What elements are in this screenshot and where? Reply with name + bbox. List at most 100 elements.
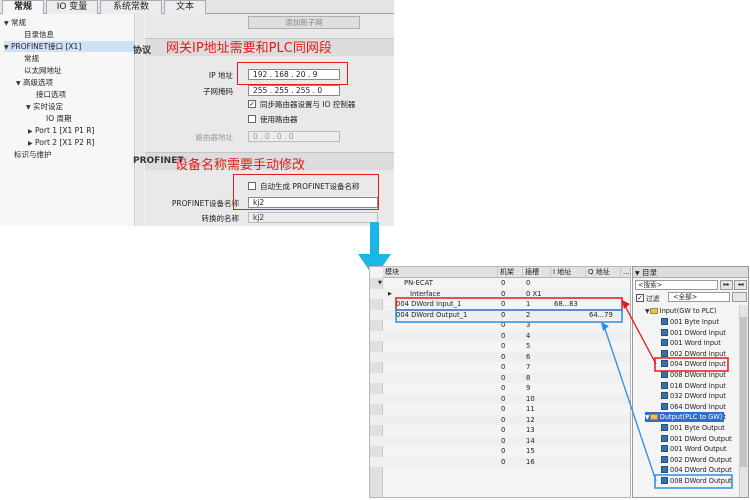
catalog-module-item[interactable]: 002 DWord Output (661, 455, 732, 465)
table-row[interactable]: 09 (370, 383, 630, 394)
table-row[interactable]: 0 13 (370, 425, 630, 436)
catalog-module-item[interactable]: 008 DWord Output (661, 476, 732, 486)
catalog-folder-output[interactable]: ▼ Output(PLC to GW) (645, 412, 725, 422)
table-row[interactable]: 05 (370, 341, 630, 352)
slot-cell: 13 (526, 426, 535, 434)
catalog-scroll-thumb[interactable] (740, 317, 747, 467)
catalog-module-item[interactable]: 004 DWord Input (661, 359, 726, 369)
tab-io-tags[interactable]: IO 变量 (46, 0, 98, 14)
table-row[interactable]: ▼ PN-ECAT 0 0 (370, 278, 630, 289)
catalog-module-label: 004 DWord Input (670, 360, 726, 369)
table-row[interactable]: 08 (370, 372, 630, 383)
table-row[interactable]: 004 DWord Output_1 0 2 64...79 (370, 309, 630, 320)
table-row[interactable]: 0 11 (370, 404, 630, 415)
col-header-slot[interactable]: 插槽 (523, 267, 551, 278)
table-row[interactable]: 004 DWord Input_1 0 1 68...83 (370, 299, 630, 310)
table-row[interactable]: 0 16 (370, 456, 630, 467)
module-icon (661, 392, 668, 400)
module-icon (661, 318, 668, 325)
table-row[interactable]: 0 15 (370, 446, 630, 457)
module-icon (661, 477, 668, 484)
row-expander-icon: ▼ (378, 280, 382, 286)
rack-cell: 0 (501, 363, 506, 371)
catalog-module-item[interactable]: 001 DWord Input (661, 328, 726, 338)
catalog-folder-input[interactable]: ▼ Input(GW to PLC) (645, 306, 717, 316)
col-header-more[interactable]: ... (621, 267, 630, 278)
nav-item-port2[interactable]: ▶ Port 2 [X1 P2 R] (28, 137, 94, 148)
table-row[interactable]: 0 14 (370, 435, 630, 446)
catalog-module-item[interactable]: 004 DWord Output (661, 465, 732, 475)
device-name-note-annotation: 设备名称需要手动修改 (175, 158, 306, 173)
catalog-module-label: 008 DWord Output (670, 477, 732, 485)
module-cell: 004 DWord Input_1 (396, 300, 462, 308)
rack-cell: 0 (501, 457, 506, 466)
chevron-down-icon: ▼ (26, 104, 31, 111)
filter-checkbox[interactable]: ✓ (636, 294, 644, 302)
module-icon (661, 466, 668, 474)
add-new-subnet-button[interactable]: 添加新子网 (248, 16, 360, 29)
ip-note-annotation: 网关IP地址需要和PLC同网段 (166, 41, 332, 56)
table-row[interactable]: 07 (370, 362, 630, 373)
catalog-module-item[interactable]: 001 Byte Output (661, 423, 725, 433)
table-row[interactable]: ▶ Interface 0 0 X1 (370, 288, 630, 299)
table-row[interactable]: 04 (370, 330, 630, 341)
col-header-i-address[interactable]: I 地址 (551, 267, 586, 278)
catalog-module-label: 008 DWord Input (670, 371, 726, 379)
catalog-module-label: 001 DWord Input (670, 328, 726, 337)
tab-system-constants[interactable]: 系统常数 (100, 0, 162, 14)
col-header-q-address[interactable]: Q 地址 (586, 267, 621, 278)
nav-item-realtime-settings[interactable]: ▼ 实时设定 (26, 101, 63, 112)
rack-cell: 0 (501, 447, 506, 455)
table-row[interactable]: 06 (370, 351, 630, 362)
rack-cell: 0 (501, 352, 506, 361)
catalog-module-item[interactable]: 001 DWord Output (661, 434, 732, 444)
router-address-field: 0 . 0 . 0 . 0 (248, 131, 340, 142)
col-header-module[interactable]: 模块 (383, 267, 498, 278)
folder-icon (649, 308, 658, 314)
catalog-module-label: 032 DWord Input (670, 392, 726, 401)
catalog-module-item[interactable]: 064 DWord Input (661, 402, 726, 412)
catalog-module-item[interactable]: 001 Word Input (661, 338, 721, 348)
table-row[interactable]: 0 12 (370, 414, 630, 425)
nav-item-io-cycle[interactable]: IO 周期 (46, 113, 72, 124)
nav-item-interface-options[interactable]: 接口选项 (36, 89, 66, 100)
rack-cell: 0 (501, 321, 506, 329)
catalog-module-item[interactable]: 001 Byte Input (661, 317, 719, 327)
nav-item-catalog-info[interactable]: 目录信息 (24, 29, 54, 40)
slot-cell: 0 X1 (526, 289, 542, 298)
tab-general[interactable]: 常规 (2, 0, 44, 14)
table-row[interactable]: 0 10 (370, 393, 630, 404)
catalog-module-item[interactable]: 016 DWord Input (661, 381, 726, 391)
filter-options-icon[interactable] (732, 292, 747, 302)
nav-item-identification[interactable]: 标识与维护 (14, 149, 52, 160)
nav-item-general[interactable]: ▼ 常规 (4, 17, 26, 28)
nav-item-ethernet-address[interactable]: 以太网地址 (24, 65, 62, 76)
module-icon (661, 455, 668, 463)
table-row[interactable]: 03 (370, 320, 630, 331)
slot-cell: 14 (526, 436, 535, 445)
search-next-icon[interactable]: ▸▸ (720, 280, 733, 290)
catalog-module-item[interactable]: 032 DWord Input (661, 391, 726, 401)
tab-texts[interactable]: 文本 (164, 0, 206, 14)
search-prev-icon[interactable]: ◂◂ (734, 280, 747, 290)
subnet-mask-field[interactable]: 255 . 255 . 255 . 0 (248, 85, 340, 96)
nav-item-port1[interactable]: ▶ Port 1 [X1 P1 R] (28, 125, 94, 136)
catalog-search-input[interactable]: <搜索> (635, 280, 718, 290)
catalog-module-item[interactable]: 001 Word Output (661, 444, 727, 454)
slot-cell: 5 (526, 342, 531, 350)
rack-cell: 0 (501, 279, 506, 287)
nav-item-interface-general[interactable]: 常规 (24, 53, 39, 64)
row-expander-icon: ▶ (388, 290, 392, 297)
catalog-module-label: 002 DWord Output (670, 455, 732, 464)
catalog-module-label: 001 Word Output (670, 445, 727, 454)
filter-select[interactable]: <全部> (668, 292, 730, 302)
nav-item-advanced-options[interactable]: ▼ 高级选项 (16, 77, 53, 88)
catalog-module-item[interactable]: 008 DWord Input (661, 370, 726, 380)
use-router-checkbox[interactable] (248, 115, 256, 123)
nav-item-profinet-interface[interactable]: ▼ PROFINET接口 [X1] (4, 41, 134, 52)
catalog-module-label: 001 DWord Output (670, 434, 732, 443)
slot-cell: 15 (526, 447, 535, 455)
col-header-rack[interactable]: 机架 (498, 267, 523, 278)
catalog-module-item[interactable]: 002 DWord Input (661, 349, 726, 359)
sync-router-checkbox[interactable]: ✓ (248, 100, 256, 108)
